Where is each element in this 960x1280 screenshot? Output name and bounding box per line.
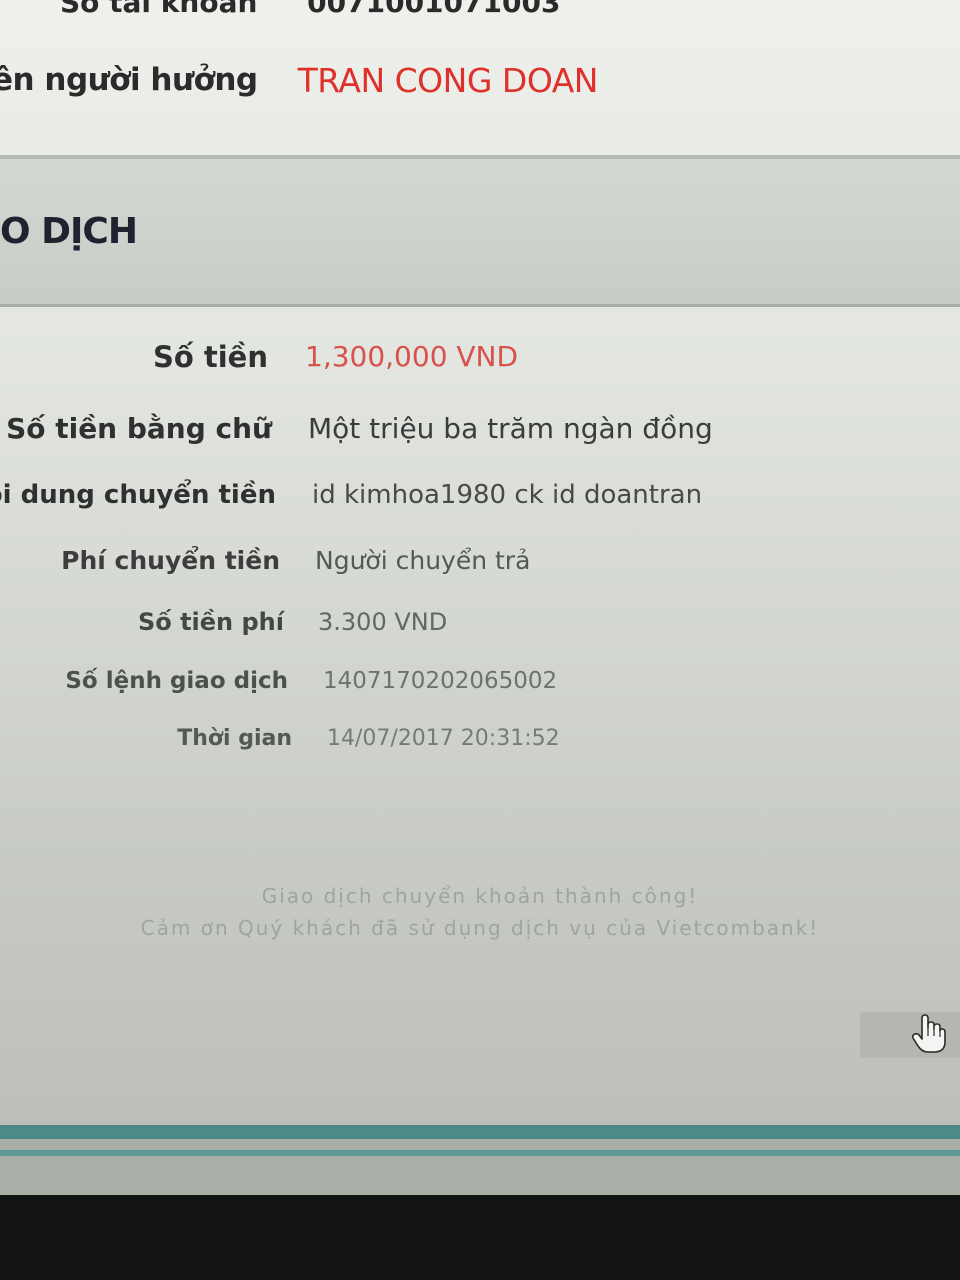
detail-row-order-number: Số lệnh giao dịch 1407170202065002	[0, 668, 960, 712]
detail-label: Thời gian	[177, 726, 292, 751]
beneficiary-name: TRAN CONG DOAN	[297, 60, 599, 100]
detail-value: 1407170202065002	[323, 668, 558, 694]
detail-label: Số tiền bằng chữ	[6, 412, 272, 445]
monitor-bezel	[0, 1195, 960, 1280]
thank-you-line: Cảm ơn Quý khách đã sử dụng dịch vụ của …	[140, 916, 820, 940]
detail-row-fee-amount: Số tiền phí 3.300 VND	[0, 608, 960, 652]
browser-screen: Số tài khoản 0071001071003 ên người hưởn…	[0, 0, 960, 1195]
detail-value: 3.300 VND	[318, 608, 448, 636]
detail-value: Một triệu ba trăm ngàn đồng	[308, 412, 713, 445]
detail-value: id kimhoa1980 ck id doantran	[312, 480, 703, 510]
account-number-label: Số tài khoản	[60, 0, 258, 19]
detail-row-content: Nội dung chuyển tiền id kimhoa1980 ck id…	[0, 480, 960, 524]
detail-row-amount: Số tiền 1,300,000 VND	[0, 340, 960, 384]
account-number-row: Số tài khoản 0071001071003	[60, 0, 560, 19]
footer-area	[0, 1139, 960, 1195]
beneficiary-label: ên người hưởng	[0, 62, 258, 98]
detail-value: Người chuyển trả	[315, 546, 531, 575]
account-number-value: 0071001071003	[307, 0, 561, 19]
footer-band	[0, 1125, 960, 1139]
detail-label: Số tiền phí	[137, 608, 284, 636]
detail-value: 14/07/2017 20:31:52	[327, 726, 560, 751]
section-title: O DỊCH	[0, 211, 138, 252]
success-message: Giao dịch chuyển khoản thành công! Cảm ơ…	[0, 880, 960, 944]
hand-pointer-icon	[912, 1014, 946, 1053]
transaction-section-header: O DỊCH	[0, 155, 960, 307]
transaction-details: Số tiền 1,300,000 VND Số tiền bằng chữ M…	[0, 300, 960, 820]
detail-value-amount: 1,300,000 VND	[305, 340, 519, 373]
detail-label: Số tiền	[152, 340, 268, 374]
detail-label: Phí chuyển tiền	[61, 546, 280, 575]
detail-row-fee-type: Phí chuyển tiền Người chuyển trả	[0, 546, 960, 590]
detail-label: Nội dung chuyển tiền	[0, 480, 276, 510]
detail-row-amount-in-words: Số tiền bằng chữ Một triệu ba trăm ngàn …	[0, 412, 960, 456]
beneficiary-row: ên người hưởng TRAN CONG DOAN	[0, 58, 598, 102]
footer-divider	[0, 1150, 960, 1156]
detail-row-time: Thời gian 14/07/2017 20:31:52	[0, 726, 960, 770]
detail-label: Số lệnh giao dịch	[65, 668, 288, 694]
success-line: Giao dịch chuyển khoản thành công!	[261, 884, 699, 908]
